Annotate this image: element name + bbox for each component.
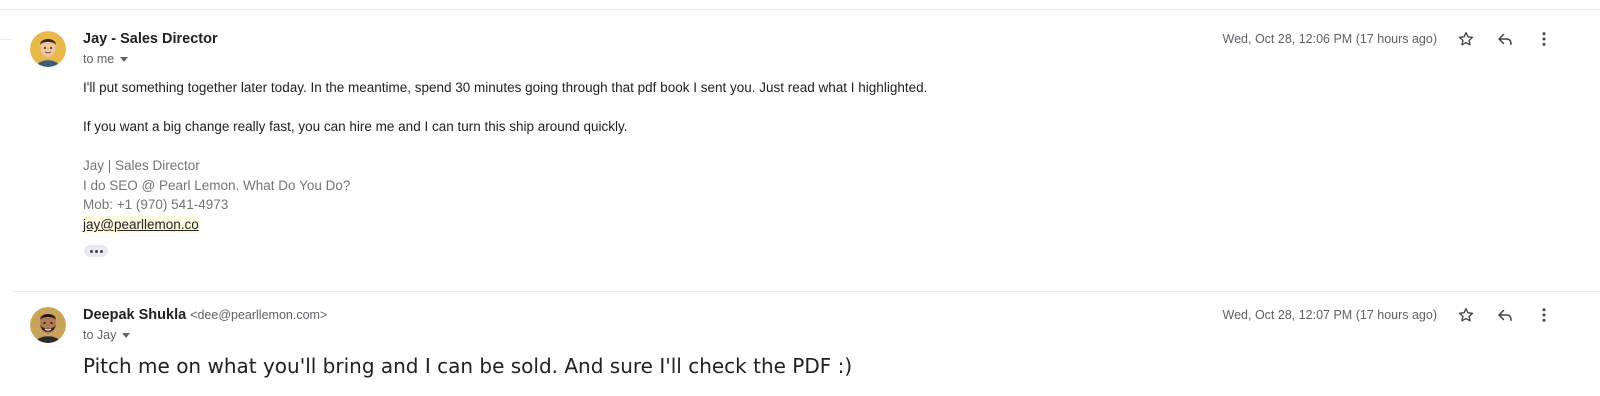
sender-avatar-jay[interactable] [30, 31, 66, 67]
recipient-text: to Jay [83, 328, 117, 342]
reply-icon [1498, 309, 1512, 321]
signature-name: Jay | Sales Director [83, 158, 200, 173]
chevron-down-icon [122, 332, 131, 338]
dot [89, 249, 93, 253]
recipient-text: to me [83, 52, 115, 66]
sender-avatar-deepak[interactable] [30, 307, 66, 343]
sender-name-text: Jay - Sales Director [83, 31, 218, 47]
reply-icon [1498, 33, 1512, 45]
thread-divider-top [0, 9, 1600, 10]
chevron-down-icon [120, 56, 129, 62]
sender-email: <dee@pearllemon.com> [190, 308, 328, 322]
reply-button[interactable] [1491, 25, 1519, 53]
dot [99, 249, 103, 253]
sender-name[interactable]: Deepak Shukla <dee@pearllemon.com> [83, 307, 327, 323]
more-vert-icon [1542, 32, 1546, 46]
star-button[interactable] [1452, 25, 1480, 53]
sender-name[interactable]: Jay - Sales Director [83, 31, 218, 47]
star-icon [1458, 307, 1474, 322]
message-date: Wed, Oct 28, 12:06 PM (17 hours ago) [1222, 32, 1437, 46]
message-body-line: Pitch me on what you'll bring and I can … [83, 354, 853, 378]
message-divider [12, 291, 1600, 292]
show-trimmed-content-button[interactable] [84, 245, 108, 257]
sender-name-text: Deepak Shukla [83, 307, 187, 323]
message-body-line: If you want a big change really fast, yo… [83, 119, 628, 134]
more-vert-icon [1542, 308, 1546, 322]
recipient-details-toggle[interactable]: to me [83, 52, 129, 66]
star-button[interactable] [1452, 301, 1480, 329]
more-options-button[interactable] [1530, 301, 1558, 329]
star-icon [1458, 31, 1474, 46]
dot [94, 249, 98, 253]
recipient-details-toggle[interactable]: to Jay [83, 328, 131, 342]
thread-divider-side [0, 39, 12, 40]
signature-tagline: I do SEO @ Pearl Lemon. What Do You Do? [83, 178, 351, 193]
message-body-line: I'll put something together later today.… [83, 80, 928, 95]
signature-mobile: Mob: +1 (970) 541-4973 [83, 197, 229, 212]
signature-email-link[interactable]: jay@pearllemon.co [83, 216, 199, 234]
more-options-button[interactable] [1530, 25, 1558, 53]
message-date: Wed, Oct 28, 12:07 PM (17 hours ago) [1222, 308, 1437, 322]
reply-button[interactable] [1491, 301, 1519, 329]
